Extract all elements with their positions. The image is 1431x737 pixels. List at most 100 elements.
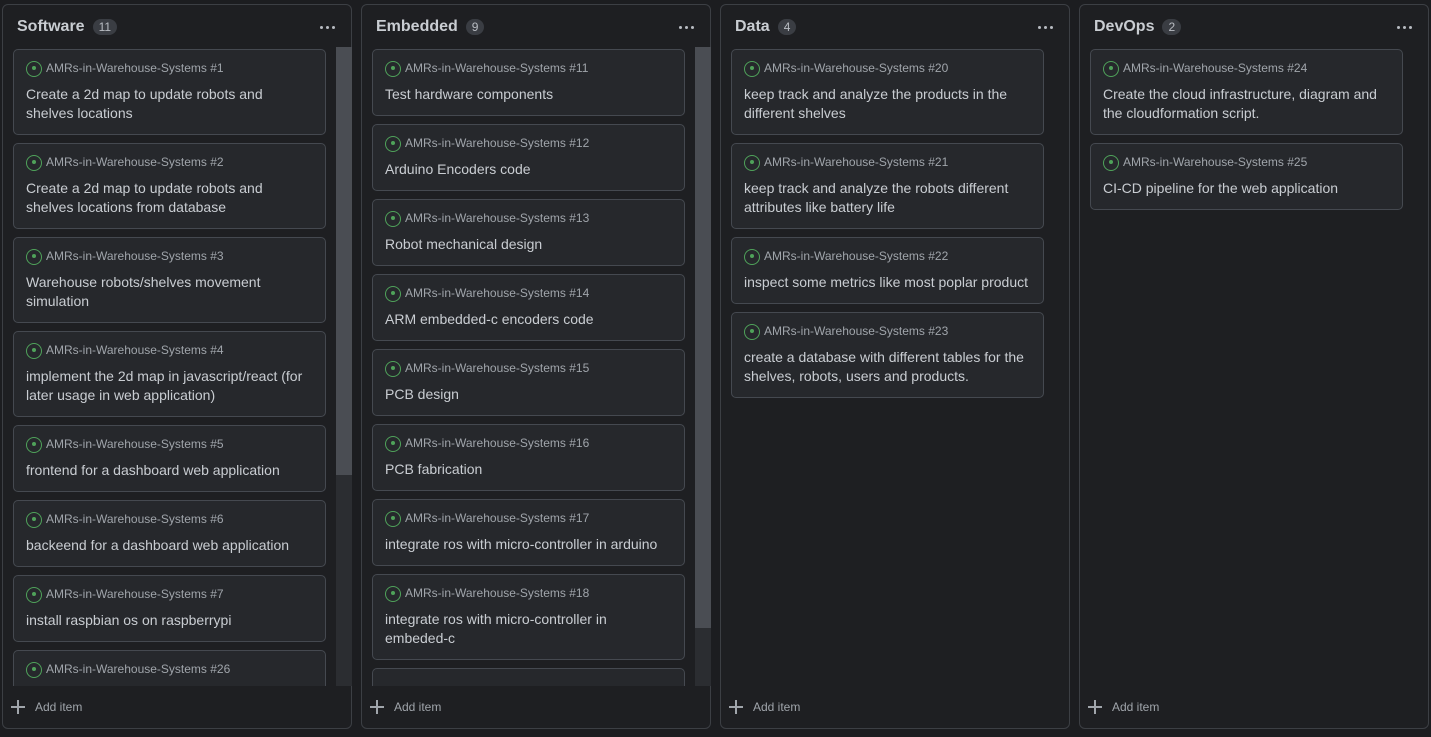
open-issue-icon	[26, 60, 42, 77]
issue-card[interactable]: AMRs-in-Warehouse-Systems #15 PCB design	[372, 349, 685, 416]
column-count-badge: 9	[465, 19, 485, 35]
column-card-list[interactable]: AMRs-in-Warehouse-Systems #11 Test hardwa…	[372, 49, 685, 686]
issue-card[interactable]: AMRs-in-Warehouse-Systems #7 install rasp…	[13, 575, 326, 642]
card-repo-ref[interactable]: AMRs-in-Warehouse-Systems #23	[764, 324, 948, 338]
card-repo-ref[interactable]: AMRs-in-Warehouse-Systems #11	[405, 61, 588, 75]
add-item-button[interactable]: Add item	[3, 686, 351, 728]
card-title[interactable]: PCB fabrication	[385, 460, 672, 479]
card-repo-ref[interactable]: AMRs-in-Warehouse-Systems #18	[405, 586, 589, 600]
plus-icon	[11, 700, 25, 714]
card-title[interactable]: PCB design	[385, 385, 672, 404]
card-title[interactable]: Arduino Encoders code	[385, 160, 672, 179]
issue-card[interactable]: AMRs-in-Warehouse-Systems #11 Test hardwa…	[372, 49, 685, 116]
card-repo-ref[interactable]: AMRs-in-Warehouse-Systems #12	[405, 136, 589, 150]
card-title[interactable]: ARM embedded-c encoders code	[385, 310, 672, 329]
card-title[interactable]: integrate ros with micro-controller in a…	[385, 535, 672, 554]
more-horizontal-icon[interactable]	[1395, 20, 1414, 35]
issue-card[interactable]: AMRs-in-Warehouse-Systems #16 PCB fabrica…	[372, 424, 685, 491]
plus-icon	[729, 700, 743, 714]
card-title[interactable]: inspect some metrics like most poplar pr…	[744, 273, 1031, 292]
column-header: Data 4	[721, 5, 1069, 49]
column-card-list[interactable]: AMRs-in-Warehouse-Systems #1 Create a 2d …	[13, 49, 326, 686]
scrollbar-thumb[interactable]	[695, 47, 711, 629]
issue-card[interactable]: AMRs-in-Warehouse-Systems #20 keep track …	[731, 49, 1044, 135]
add-item-button[interactable]: Add item	[721, 686, 1069, 728]
card-repo-ref[interactable]: AMRs-in-Warehouse-Systems #4	[46, 343, 224, 357]
issue-card[interactable]: AMRs-in-Warehouse-Systems #24 Create the …	[1090, 49, 1403, 135]
card-title[interactable]: install raspbian os on raspberrypi	[26, 611, 313, 630]
card-repo-ref[interactable]: AMRs-in-Warehouse-Systems #21	[764, 155, 948, 169]
issue-card[interactable]: AMRs-in-Warehouse-Systems #25 CI-CD pipel…	[1090, 143, 1403, 210]
card-repo-ref[interactable]: AMRs-in-Warehouse-Systems #25	[1123, 155, 1307, 169]
more-horizontal-icon[interactable]	[318, 20, 337, 35]
card-title[interactable]: Robot mechanical design	[385, 235, 672, 254]
issue-card[interactable]: AMRs-in-Warehouse-Systems #23 create a da…	[731, 312, 1044, 398]
card-repo-ref[interactable]: AMRs-in-Warehouse-Systems #5	[46, 437, 224, 451]
issue-card[interactable]: AMRs-in-Warehouse-Systems #14 ARM embedde…	[372, 274, 685, 341]
column-scrollbar[interactable]	[336, 47, 352, 686]
card-repo-ref[interactable]: AMRs-in-Warehouse-Systems #17	[405, 511, 589, 525]
open-issue-icon	[744, 323, 760, 340]
issue-card[interactable]: AMRs-in-Warehouse-Systems #21 keep track …	[731, 143, 1044, 229]
card-repo-ref[interactable]: AMRs-in-Warehouse-Systems #20	[764, 61, 948, 75]
card-title[interactable]: Warehouse robots/shelves movement simula…	[26, 273, 313, 311]
issue-card[interactable]: AMRs-in-Warehouse-Systems #6 backeend for…	[13, 500, 326, 567]
issue-card[interactable]: AMRs-in-Warehouse-Systems #3 Warehouse ro…	[13, 237, 326, 323]
card-repo-ref[interactable]: AMRs-in-Warehouse-Systems #1	[46, 61, 224, 75]
card-repo-ref[interactable]: AMRs-in-Warehouse-Systems #15	[405, 361, 589, 375]
card-repo-ref[interactable]: AMRs-in-Warehouse-Systems #26	[46, 662, 230, 676]
card-title[interactable]: create a database with different tables …	[744, 348, 1031, 386]
card-title[interactable]: Create a 2d map to update robots and she…	[26, 179, 313, 217]
card-meta: AMRs-in-Warehouse-Systems #20	[744, 60, 1031, 77]
card-repo-ref[interactable]: AMRs-in-Warehouse-Systems #2	[46, 155, 224, 169]
card-repo-ref[interactable]: AMRs-in-Warehouse-Systems #6	[46, 512, 224, 526]
open-issue-icon	[26, 511, 42, 528]
card-title[interactable]: backeend for a dashboard web application	[26, 536, 313, 555]
issue-card[interactable]	[372, 668, 685, 686]
column-title: DevOps	[1094, 18, 1155, 35]
card-title[interactable]: implement the 2d map in javascript/react…	[26, 367, 313, 405]
card-title[interactable]: Create a 2d map to update robots and she…	[26, 85, 313, 123]
issue-card[interactable]: AMRs-in-Warehouse-Systems #12 Arduino Enc…	[372, 124, 685, 191]
column-card-list[interactable]: AMRs-in-Warehouse-Systems #20 keep track …	[731, 49, 1044, 686]
add-item-button[interactable]: Add item	[1080, 686, 1428, 728]
card-title[interactable]: Test hardware components	[385, 85, 672, 104]
issue-card[interactable]: AMRs-in-Warehouse-Systems #17 integrate r…	[372, 499, 685, 566]
plus-icon	[370, 700, 384, 714]
card-repo-ref[interactable]: AMRs-in-Warehouse-Systems #14	[405, 286, 589, 300]
card-title[interactable]: frontend for a dashboard web application	[26, 461, 313, 480]
card-meta: AMRs-in-Warehouse-Systems #21	[744, 154, 1031, 171]
issue-card[interactable]: AMRs-in-Warehouse-Systems #4 implement th…	[13, 331, 326, 417]
issue-card[interactable]: AMRs-in-Warehouse-Systems #26	[13, 650, 326, 686]
issue-card[interactable]: AMRs-in-Warehouse-Systems #5 frontend for…	[13, 425, 326, 492]
card-repo-ref[interactable]: AMRs-in-Warehouse-Systems #3	[46, 249, 224, 263]
card-meta: AMRs-in-Warehouse-Systems #18	[385, 585, 672, 602]
open-issue-icon	[385, 285, 401, 302]
add-item-button[interactable]: Add item	[362, 686, 710, 728]
card-repo-ref[interactable]: AMRs-in-Warehouse-Systems #24	[1123, 61, 1307, 75]
card-title[interactable]: CI-CD pipeline for the web application	[1103, 179, 1390, 198]
column-header: Software 11	[3, 5, 351, 49]
open-issue-icon	[744, 60, 760, 77]
issue-card[interactable]: AMRs-in-Warehouse-Systems #13 Robot mecha…	[372, 199, 685, 266]
card-repo-ref[interactable]: AMRs-in-Warehouse-Systems #22	[764, 249, 948, 263]
column-scrollbar[interactable]	[695, 47, 711, 686]
card-title[interactable]: Create the cloud infrastructure, diagram…	[1103, 85, 1390, 123]
more-horizontal-icon[interactable]	[677, 20, 696, 35]
card-repo-ref[interactable]: AMRs-in-Warehouse-Systems #16	[405, 436, 589, 450]
issue-card[interactable]: AMRs-in-Warehouse-Systems #2 Create a 2d …	[13, 143, 326, 229]
more-horizontal-icon[interactable]	[1036, 20, 1055, 35]
issue-card[interactable]: AMRs-in-Warehouse-Systems #18 integrate r…	[372, 574, 685, 660]
column-count-badge: 11	[92, 19, 118, 35]
card-repo-ref[interactable]: AMRs-in-Warehouse-Systems #7	[46, 587, 224, 601]
card-meta: AMRs-in-Warehouse-Systems #26	[26, 661, 313, 678]
card-title[interactable]: keep track and analyze the robots differ…	[744, 179, 1031, 217]
scrollbar-thumb[interactable]	[336, 47, 352, 476]
issue-card[interactable]: AMRs-in-Warehouse-Systems #1 Create a 2d …	[13, 49, 326, 135]
card-repo-ref[interactable]: AMRs-in-Warehouse-Systems #13	[405, 211, 589, 225]
open-issue-icon	[26, 154, 42, 171]
issue-card[interactable]: AMRs-in-Warehouse-Systems #22 inspect som…	[731, 237, 1044, 304]
card-title[interactable]: keep track and analyze the products in t…	[744, 85, 1031, 123]
card-title[interactable]: integrate ros with micro-controller in e…	[385, 610, 672, 648]
column-card-list[interactable]: AMRs-in-Warehouse-Systems #24 Create the …	[1090, 49, 1403, 686]
